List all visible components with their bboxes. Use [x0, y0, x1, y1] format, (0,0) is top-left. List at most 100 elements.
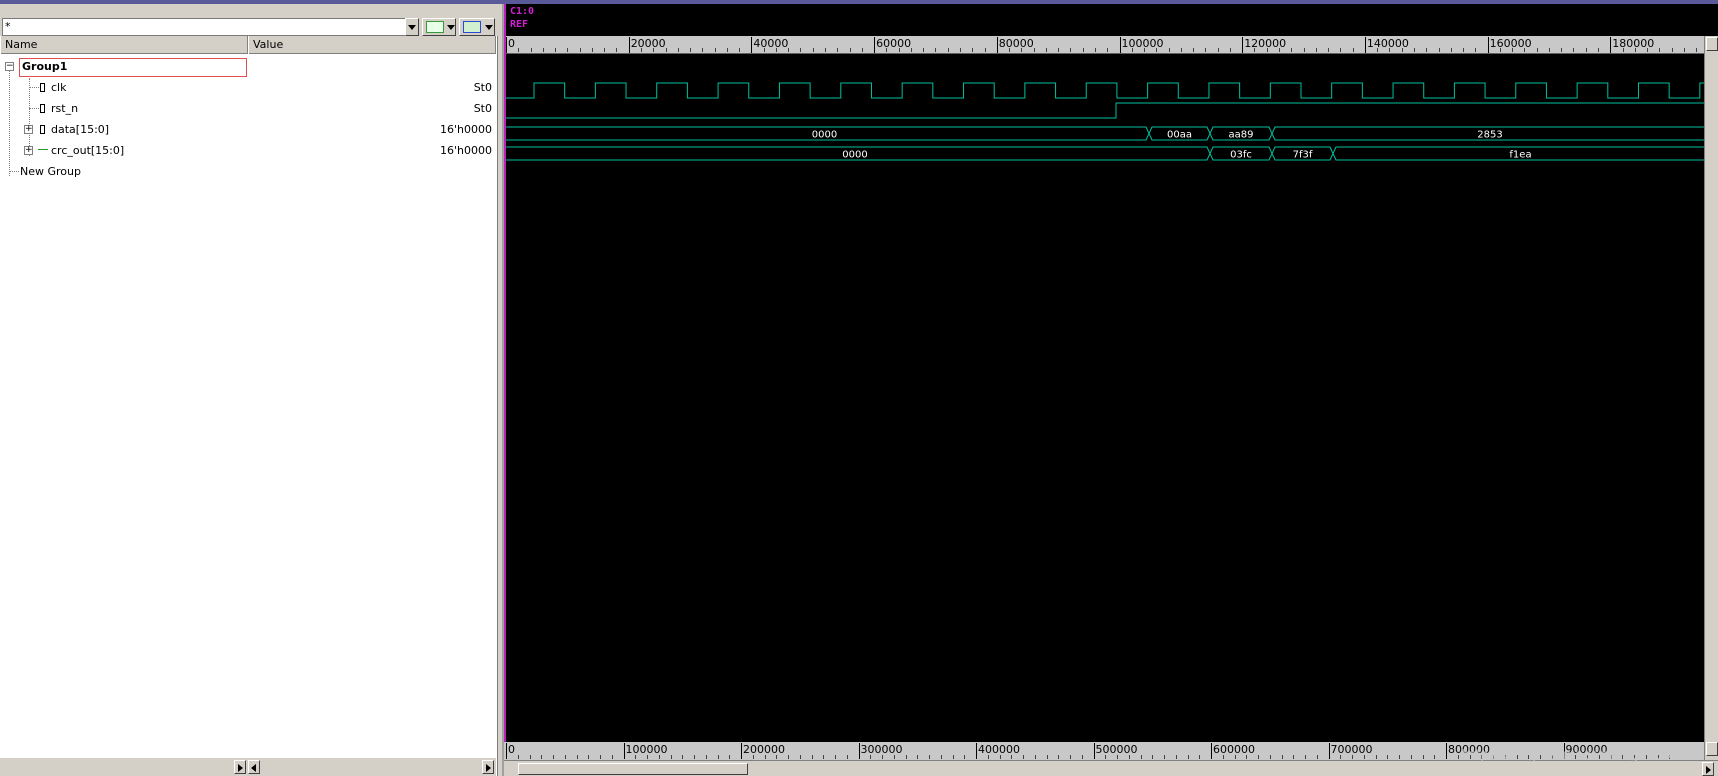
crc-out-bus-value-label: 7f3f	[1293, 150, 1313, 161]
ruler-minor-tick	[1234, 755, 1236, 759]
ruler-major-tick	[751, 37, 753, 53]
ruler-minor-tick	[705, 755, 707, 759]
ruler-major-tick	[1487, 37, 1489, 53]
scroll-left-button[interactable]	[248, 760, 260, 774]
ruler-minor-tick	[1258, 755, 1259, 759]
time-ruler-top[interactable]: 0 20000 40000 60000 80000 100000 120000 140000 1…	[504, 36, 1710, 54]
ruler-major-tick	[506, 37, 507, 53]
group-label: Group1	[22, 60, 68, 73]
ruler-minor-tick	[588, 755, 590, 759]
signal-name: rst_n	[51, 102, 79, 115]
value-column-header[interactable]: Value	[248, 36, 496, 54]
ruler-tick-label: 0	[508, 37, 515, 50]
ruler-tick-label: 0	[508, 743, 515, 756]
ruler-minor-tick	[1021, 48, 1023, 52]
clk-waveform	[504, 82, 1704, 99]
ruler-minor-tick	[717, 755, 719, 759]
ruler-minor-tick	[984, 48, 986, 52]
ruler-minor-tick	[1671, 48, 1673, 52]
cursor-c1-label[interactable]: C1:0	[510, 6, 534, 17]
name-column-header[interactable]: Name	[0, 36, 248, 54]
ruler-minor-tick	[764, 755, 766, 759]
ruler-tick-label: 40000	[753, 37, 789, 50]
ruler-minor-tick	[1269, 755, 1271, 759]
ruler-minor-tick	[1128, 755, 1130, 759]
ruler-major-tick	[1364, 37, 1366, 53]
collapse-icon[interactable]: −	[5, 62, 14, 71]
ruler-minor-tick	[1094, 48, 1096, 52]
crc-out-bus-value-label: f1ea	[1509, 150, 1531, 161]
ruler-tick-label: 60000	[876, 37, 912, 50]
waveform-pane[interactable]: C1:0 REF 0 20000 40000 60000 80000 100000 1200…	[502, 4, 1718, 776]
ruler-minor-tick	[1316, 755, 1318, 759]
cursor-ref-label[interactable]: REF	[510, 19, 528, 30]
ruler-minor-tick	[635, 755, 637, 759]
ruler-minor-tick	[1573, 48, 1575, 52]
ruler-minor-tick	[1363, 755, 1365, 759]
ruler-minor-tick	[1375, 755, 1377, 759]
ruler-minor-tick	[1399, 755, 1400, 759]
ruler-minor-tick	[1475, 48, 1477, 52]
ruler-minor-tick	[616, 48, 618, 52]
ruler-minor-tick	[1598, 48, 1600, 52]
ruler-minor-tick	[1187, 755, 1189, 759]
tree-row-new-group[interactable]: New Group	[0, 161, 496, 182]
ruler-major-tick	[506, 743, 507, 759]
ruler-minor-tick	[1305, 755, 1306, 759]
signal-value: St0	[473, 81, 492, 94]
left-horizontal-scrollbar[interactable]	[0, 758, 496, 776]
signal-format-button[interactable]	[422, 18, 456, 36]
waveform-canvas[interactable]: 0000 00aa aa89 2853 0000 03fc 7f3f f1ea	[504, 64, 1704, 184]
ruler-minor-tick	[1144, 48, 1146, 52]
wave-vertical-scrollbar[interactable]	[1704, 36, 1718, 760]
scroll-thumb[interactable]	[518, 763, 748, 775]
scroll-right-button[interactable]	[1702, 762, 1714, 776]
scroll-down-button[interactable]	[1706, 742, 1718, 756]
ruler-minor-tick	[682, 755, 684, 759]
ruler-minor-tick	[1293, 755, 1295, 759]
ruler-minor-tick	[1117, 755, 1118, 759]
ruler-minor-tick	[726, 48, 728, 52]
scroll-up-button[interactable]	[1706, 37, 1718, 51]
ruler-minor-tick	[647, 755, 648, 759]
filter-dropdown-button[interactable]	[405, 18, 419, 36]
arrow-right-icon	[238, 764, 243, 772]
tree-row-data[interactable]: + data[15:0] 16'h0000	[0, 119, 496, 140]
chevron-down-icon	[447, 25, 455, 30]
tree-row-crc-out[interactable]: + crc_out[15:0] 16'h0000	[0, 140, 496, 161]
expand-icon[interactable]: +	[24, 125, 33, 134]
ruler-minor-tick	[653, 48, 655, 52]
ruler-minor-tick	[800, 48, 802, 52]
ruler-major-tick	[1446, 743, 1447, 759]
ruler-major-tick	[1211, 743, 1212, 759]
expand-icon[interactable]: +	[24, 146, 33, 155]
ruler-minor-tick	[799, 755, 801, 759]
cursor-line[interactable]	[504, 4, 506, 742]
ruler-minor-tick	[1164, 755, 1165, 759]
tree-row-group1[interactable]: − Group1	[0, 56, 496, 77]
ruler-minor-tick	[1107, 48, 1109, 52]
ruler-minor-tick	[870, 755, 872, 759]
display-options-button[interactable]	[459, 18, 495, 36]
ruler-minor-tick	[1457, 755, 1459, 759]
tree-row-rst-n[interactable]: rst_n St0	[0, 98, 496, 119]
ruler-minor-tick	[905, 755, 907, 759]
ruler-minor-tick	[1634, 48, 1636, 52]
signal-filter-input[interactable]: *	[2, 18, 418, 36]
ruler-minor-tick	[1152, 755, 1154, 759]
ruler-minor-tick	[729, 755, 731, 759]
ruler-minor-tick	[1279, 48, 1280, 52]
column-headers: Name Value	[0, 36, 496, 54]
ruler-major-tick	[976, 743, 977, 759]
signal-icon	[40, 104, 45, 113]
ruler-minor-tick	[1524, 48, 1526, 52]
tree-row-clk[interactable]: clk St0	[0, 77, 496, 98]
analog-wave-icon	[38, 149, 48, 154]
ruler-minor-tick	[893, 755, 895, 759]
signal-name: crc_out[15:0]	[51, 144, 125, 157]
chevron-down-icon	[408, 25, 416, 30]
scroll-right-button[interactable]	[482, 760, 494, 774]
crc-out-bus-value-label: 0000	[842, 150, 867, 161]
ruler-minor-tick	[1058, 48, 1060, 52]
scroll-right-button[interactable]	[234, 760, 246, 774]
